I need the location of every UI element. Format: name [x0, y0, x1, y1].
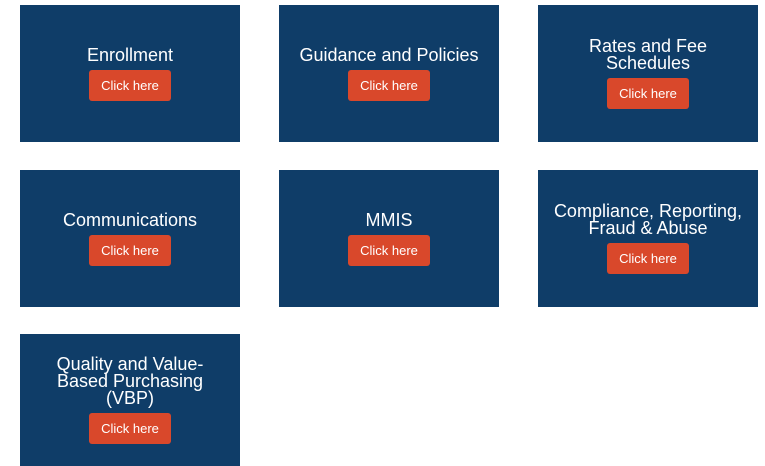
tile-title: Enrollment	[86, 44, 174, 65]
tile-enrollment: Enrollment Click here	[20, 5, 240, 142]
quality-click-here-button[interactable]: Click here	[89, 413, 171, 444]
tile-communications: Communications Click here	[20, 170, 240, 307]
tile-title: Rates and Fee Schedules	[588, 36, 708, 73]
tile-guidance-and-policies: Guidance and Policies Click here	[279, 5, 499, 142]
enrollment-click-here-button[interactable]: Click here	[89, 69, 171, 101]
guidance-click-here-button[interactable]: Click here	[348, 69, 430, 101]
tile-quality-and-vbp: Quality and Value-Based Purchasing (VBP)…	[20, 334, 240, 466]
tile-title: Communications	[62, 209, 198, 230]
tile-rates-and-fee-schedules: Rates and Fee Schedules Click here	[538, 5, 758, 142]
tile-mmis: MMIS Click here	[279, 170, 499, 307]
communications-click-here-button[interactable]: Click here	[89, 234, 171, 266]
mmis-click-here-button[interactable]: Click here	[348, 234, 430, 266]
tile-title: Quality and Value-Based Purchasing (VBP)	[56, 354, 204, 408]
tile-compliance-reporting-fraud-abuse: Compliance, Reporting, Fraud & Abuse Cli…	[538, 170, 758, 307]
compliance-click-here-button[interactable]: Click here	[607, 243, 689, 274]
resource-tile-grid: Enrollment Click here Guidance and Polic…	[0, 0, 765, 466]
tile-title: MMIS	[365, 209, 413, 230]
rates-click-here-button[interactable]: Click here	[607, 78, 689, 109]
tile-title: Guidance and Policies	[299, 44, 479, 65]
tile-title: Compliance, Reporting, Fraud & Abuse	[553, 201, 743, 238]
